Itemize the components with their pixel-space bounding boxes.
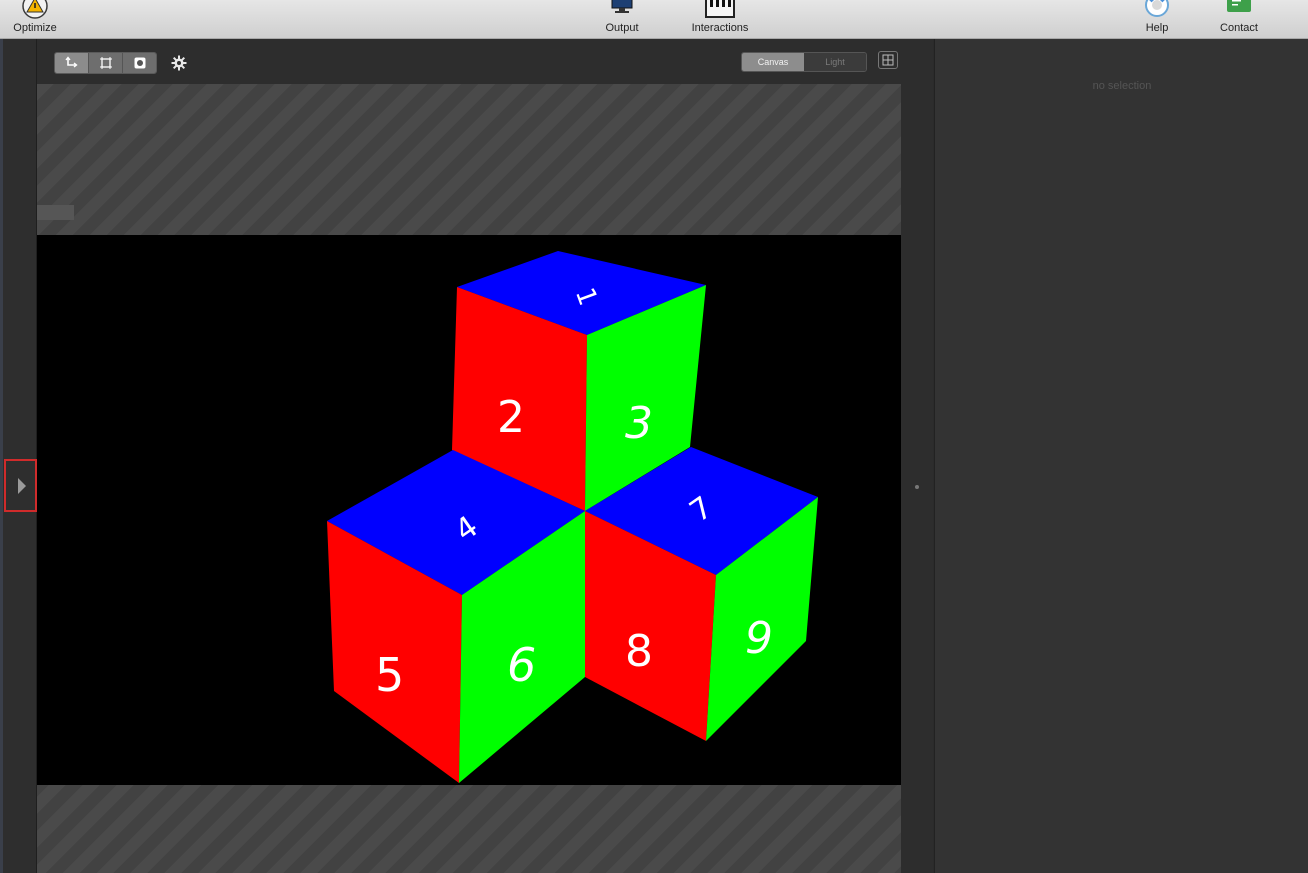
face-number-2: 2 <box>497 392 525 443</box>
warning-icon <box>22 0 48 19</box>
chevron-right-icon <box>18 478 26 494</box>
expand-sidebar-button[interactable] <box>4 459 37 512</box>
interactions-button[interactable]: Interactions <box>684 0 756 39</box>
viewport-toolbar: Canvas Light <box>37 39 933 84</box>
contact-label: Contact <box>1220 22 1258 34</box>
split-handle[interactable] <box>915 485 919 489</box>
optimize-button[interactable]: Optimize <box>8 0 62 39</box>
gutter-edge <box>0 39 3 873</box>
help-button[interactable]: Help <box>1138 0 1176 39</box>
optimize-label: Optimize <box>13 22 57 34</box>
grid-icon <box>882 54 894 66</box>
frame-tool-button[interactable] <box>89 53 123 73</box>
left-panel-gutter <box>0 39 37 873</box>
light-tab[interactable]: Light <box>804 53 866 71</box>
main-toolbar: Optimize Output Interactions Help Contac… <box>0 0 1308 39</box>
record-icon <box>134 57 145 69</box>
piano-keys-icon <box>705 0 735 18</box>
render-canvas[interactable]: 1 2 3 4 5 6 7 8 9 <box>37 235 901 785</box>
output-label: Output <box>605 22 639 34</box>
canvas-backdrop: 1 2 3 4 5 6 7 8 9 <box>37 84 901 873</box>
move-tool-button[interactable] <box>55 53 89 73</box>
contact-button[interactable]: Contact <box>1214 0 1264 39</box>
interactions-label: Interactions <box>691 22 749 34</box>
help-label: Help <box>1145 22 1169 34</box>
canvas-handle <box>37 205 74 220</box>
face-number-3: 3 <box>625 398 653 449</box>
viewport-area: Canvas Light 1 2 3 4 5 6 7 8 9 <box>37 39 933 873</box>
face-number-6: 6 <box>507 638 536 692</box>
no-selection-text: no selection <box>1092 80 1152 92</box>
output-button[interactable]: Output <box>597 0 647 39</box>
chat-bubble-icon <box>1227 0 1251 12</box>
record-tool-button[interactable] <box>123 53 156 73</box>
gear-icon <box>171 55 187 71</box>
face-number-9: 9 <box>745 613 773 664</box>
lifebuoy-icon <box>1145 0 1169 17</box>
monitor-icon <box>611 0 633 13</box>
frame-icon <box>99 57 112 69</box>
face-number-8: 8 <box>625 626 653 677</box>
cube-scene: 1 2 3 4 5 6 7 8 9 <box>327 251 818 783</box>
canvas-tab[interactable]: Canvas <box>742 53 804 71</box>
tool-mode-segmented-control <box>54 52 157 74</box>
canvas-light-toggle: Canvas Light <box>741 52 867 72</box>
move-icon <box>64 56 78 68</box>
settings-button[interactable] <box>170 54 188 72</box>
grid-toggle-button[interactable] <box>878 51 898 69</box>
face-number-5: 5 <box>375 648 404 702</box>
inspector-panel: no selection <box>934 39 1308 873</box>
